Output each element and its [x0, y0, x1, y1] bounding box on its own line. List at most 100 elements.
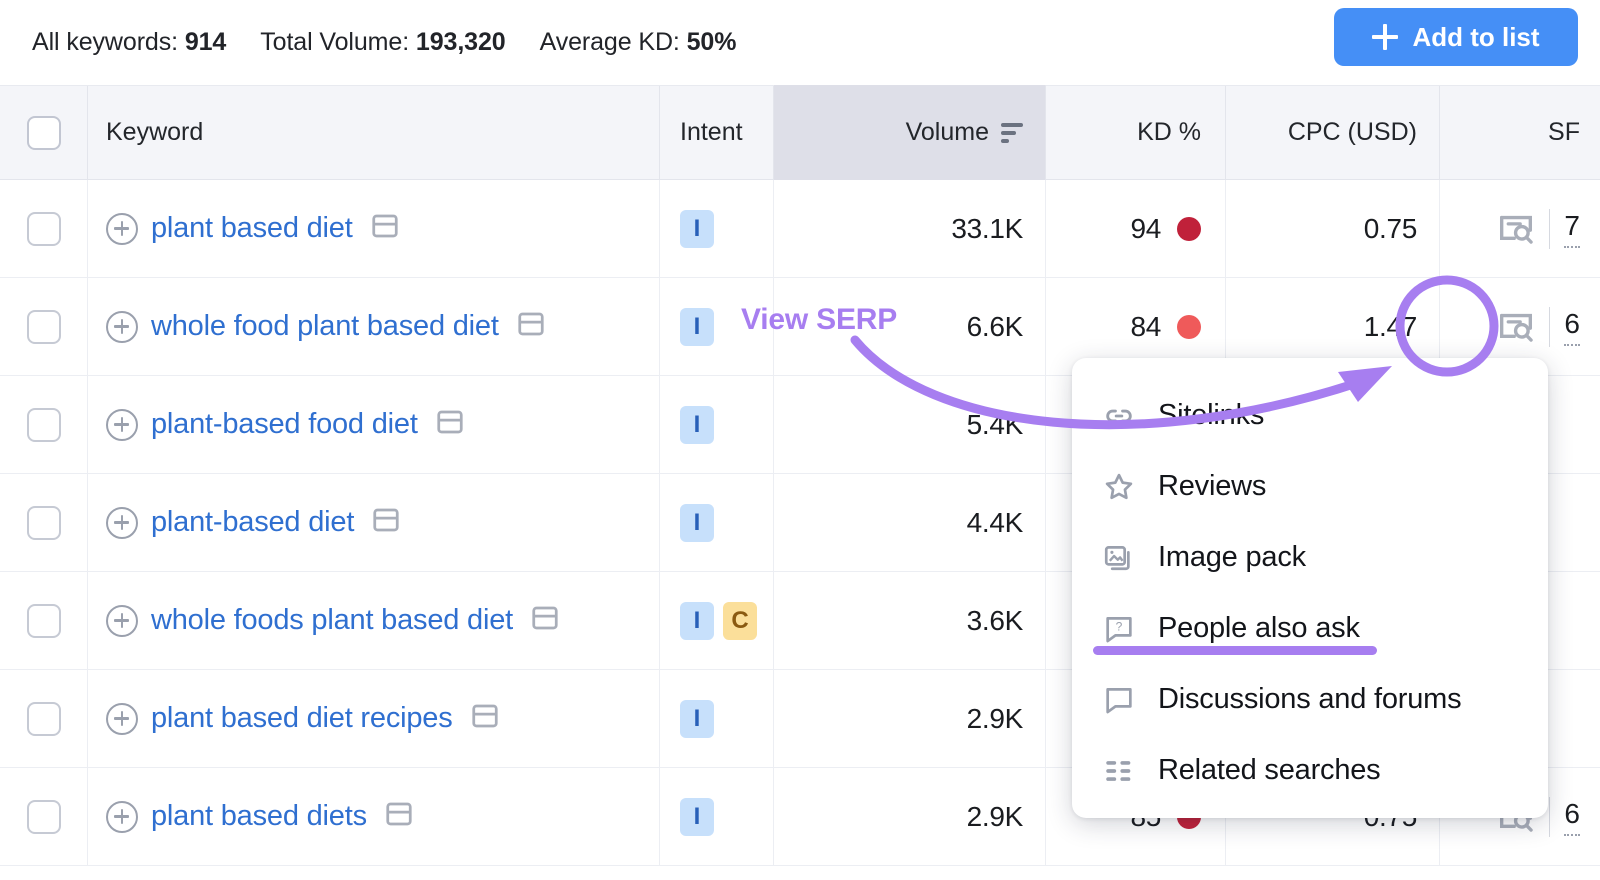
add-keyword-icon[interactable] — [106, 213, 138, 245]
keyword-link[interactable]: whole foods plant based diet — [151, 604, 513, 637]
header-volume-cell[interactable]: Volume — [774, 85, 1046, 180]
summary-stats: All keywords: 914 Total Volume: 193,320 … — [32, 28, 736, 57]
serp-card-icon[interactable] — [516, 309, 546, 344]
serp-card-icon[interactable] — [530, 603, 560, 638]
volume-value: 3.6K — [967, 605, 1023, 637]
keyword-cell: whole food plant based diet — [88, 278, 660, 375]
keyword-cell: plant-based diet — [88, 474, 660, 571]
keyword-cell: whole foods plant based diet — [88, 572, 660, 669]
keyword-link[interactable]: plant based diets — [151, 800, 367, 833]
table-header-row: Keyword Intent Volume KD % CPC (USD) SF — [0, 85, 1600, 180]
keyword-link[interactable]: plant-based diet — [151, 506, 354, 539]
chat-bubble-icon — [1102, 683, 1136, 717]
serp-features-count[interactable]: 7 — [1564, 210, 1580, 248]
serp-feature-item-image-pack[interactable]: Image pack — [1072, 522, 1548, 593]
header-select-all-cell — [0, 86, 88, 179]
average-kd-value: 50% — [687, 28, 737, 56]
serp-features-count[interactable]: 6 — [1564, 308, 1580, 346]
row-checkbox[interactable] — [27, 212, 61, 246]
serp-features-count[interactable]: 6 — [1564, 798, 1580, 836]
row-checkbox[interactable] — [27, 310, 61, 344]
intent-badge-i[interactable]: I — [680, 798, 714, 836]
add-to-list-button[interactable]: Add to list — [1334, 8, 1578, 66]
serp-feature-label: Related searches — [1158, 754, 1381, 787]
serp-feature-item-related-searches[interactable]: Related searches — [1072, 735, 1548, 806]
keyword-link[interactable]: plant based diet — [151, 212, 353, 245]
stat-average-kd: Average KD: 50% — [540, 28, 737, 57]
sf-cell: 7 — [1440, 180, 1600, 277]
keyword-link[interactable]: plant-based food diet — [151, 408, 418, 441]
add-keyword-icon[interactable] — [106, 409, 138, 441]
volume-cell: 4.4K — [774, 474, 1046, 571]
kd-value: 94 — [1130, 213, 1161, 245]
serp-feature-label: Discussions and forums — [1158, 683, 1461, 716]
add-keyword-icon[interactable] — [106, 703, 138, 735]
volume-value: 2.9K — [967, 703, 1023, 735]
kd-difficulty-dot — [1177, 315, 1201, 339]
volume-cell: 2.9K — [774, 670, 1046, 767]
keyword-cell: plant based diet recipes — [88, 670, 660, 767]
divider — [1549, 797, 1550, 837]
serp-card-icon[interactable] — [384, 799, 414, 834]
serp-card-icon[interactable] — [370, 211, 400, 246]
row-checkbox[interactable] — [27, 800, 61, 834]
volume-cell: 6.6K — [774, 278, 1046, 375]
header-kd-cell[interactable]: KD % — [1046, 86, 1226, 179]
divider — [1549, 307, 1550, 347]
volume-cell: 33.1K — [774, 180, 1046, 277]
serp-card-icon[interactable] — [470, 701, 500, 736]
serp-feature-item-people-also-ask[interactable]: ? People also ask — [1072, 593, 1548, 664]
keyword-link[interactable]: plant based diet recipes — [151, 702, 453, 735]
stat-total-volume: Total Volume: 193,320 — [260, 28, 505, 57]
svg-text:?: ? — [1116, 619, 1123, 633]
cpc-value: 0.75 — [1364, 213, 1417, 245]
serp-features-dropdown[interactable]: Sitelinks Reviews Image pack ? People al… — [1072, 358, 1548, 818]
row-checkbox[interactable] — [27, 604, 61, 638]
row-select-cell — [0, 474, 88, 571]
keyword-link[interactable]: whole food plant based diet — [151, 310, 499, 343]
view-serp-button[interactable] — [1497, 210, 1535, 248]
intent-badge-i[interactable]: I — [680, 700, 714, 738]
intent-badge-c[interactable]: C — [723, 602, 757, 640]
intent-badge-i[interactable]: I — [680, 602, 714, 640]
serp-card-icon[interactable] — [371, 505, 401, 540]
add-keyword-icon[interactable] — [106, 507, 138, 539]
header-intent-label: Intent — [680, 118, 743, 147]
select-all-checkbox[interactable] — [27, 116, 61, 150]
list-icon — [1102, 754, 1136, 788]
add-keyword-icon[interactable] — [106, 311, 138, 343]
serp-feature-item-reviews[interactable]: Reviews — [1072, 451, 1548, 522]
intent-badge-i[interactable]: I — [680, 210, 714, 248]
star-icon — [1102, 470, 1136, 504]
sort-descending-icon[interactable] — [1001, 123, 1023, 143]
table-row[interactable]: plant based diet I 33.1K 94 0.75 — [0, 180, 1600, 278]
intent-badge-i[interactable]: I — [680, 406, 714, 444]
header-keyword-cell[interactable]: Keyword — [88, 86, 660, 179]
row-checkbox[interactable] — [27, 506, 61, 540]
header-sf-cell[interactable]: SF — [1440, 86, 1600, 179]
serp-feature-item-discussions-and-forums[interactable]: Discussions and forums — [1072, 664, 1548, 735]
cpc-value: 1.47 — [1364, 311, 1417, 343]
cpc-cell: 0.75 — [1226, 180, 1440, 277]
intent-cell: I — [660, 474, 774, 571]
header-cpc-cell[interactable]: CPC (USD) — [1226, 86, 1440, 179]
intent-badge-i[interactable]: I — [680, 504, 714, 542]
serp-feature-label: Image pack — [1158, 541, 1306, 574]
serp-feature-item-sitelinks[interactable]: Sitelinks — [1072, 380, 1548, 451]
intent-badge-i[interactable]: I — [680, 308, 714, 346]
plus-icon — [1372, 24, 1398, 50]
add-keyword-icon[interactable] — [106, 605, 138, 637]
row-checkbox[interactable] — [27, 408, 61, 442]
serp-card-icon[interactable] — [435, 407, 465, 442]
intent-cell: I — [660, 180, 774, 277]
volume-value: 2.9K — [967, 801, 1023, 833]
link-icon — [1102, 399, 1136, 433]
add-keyword-icon[interactable] — [106, 801, 138, 833]
view-serp-button[interactable] — [1497, 308, 1535, 346]
row-checkbox[interactable] — [27, 702, 61, 736]
all-keywords-value: 914 — [185, 28, 226, 56]
header-intent-cell[interactable]: Intent — [660, 86, 774, 179]
intent-cell: I — [660, 278, 774, 375]
kd-difficulty-dot — [1177, 217, 1201, 241]
keyword-cell: plant-based food diet — [88, 376, 660, 473]
